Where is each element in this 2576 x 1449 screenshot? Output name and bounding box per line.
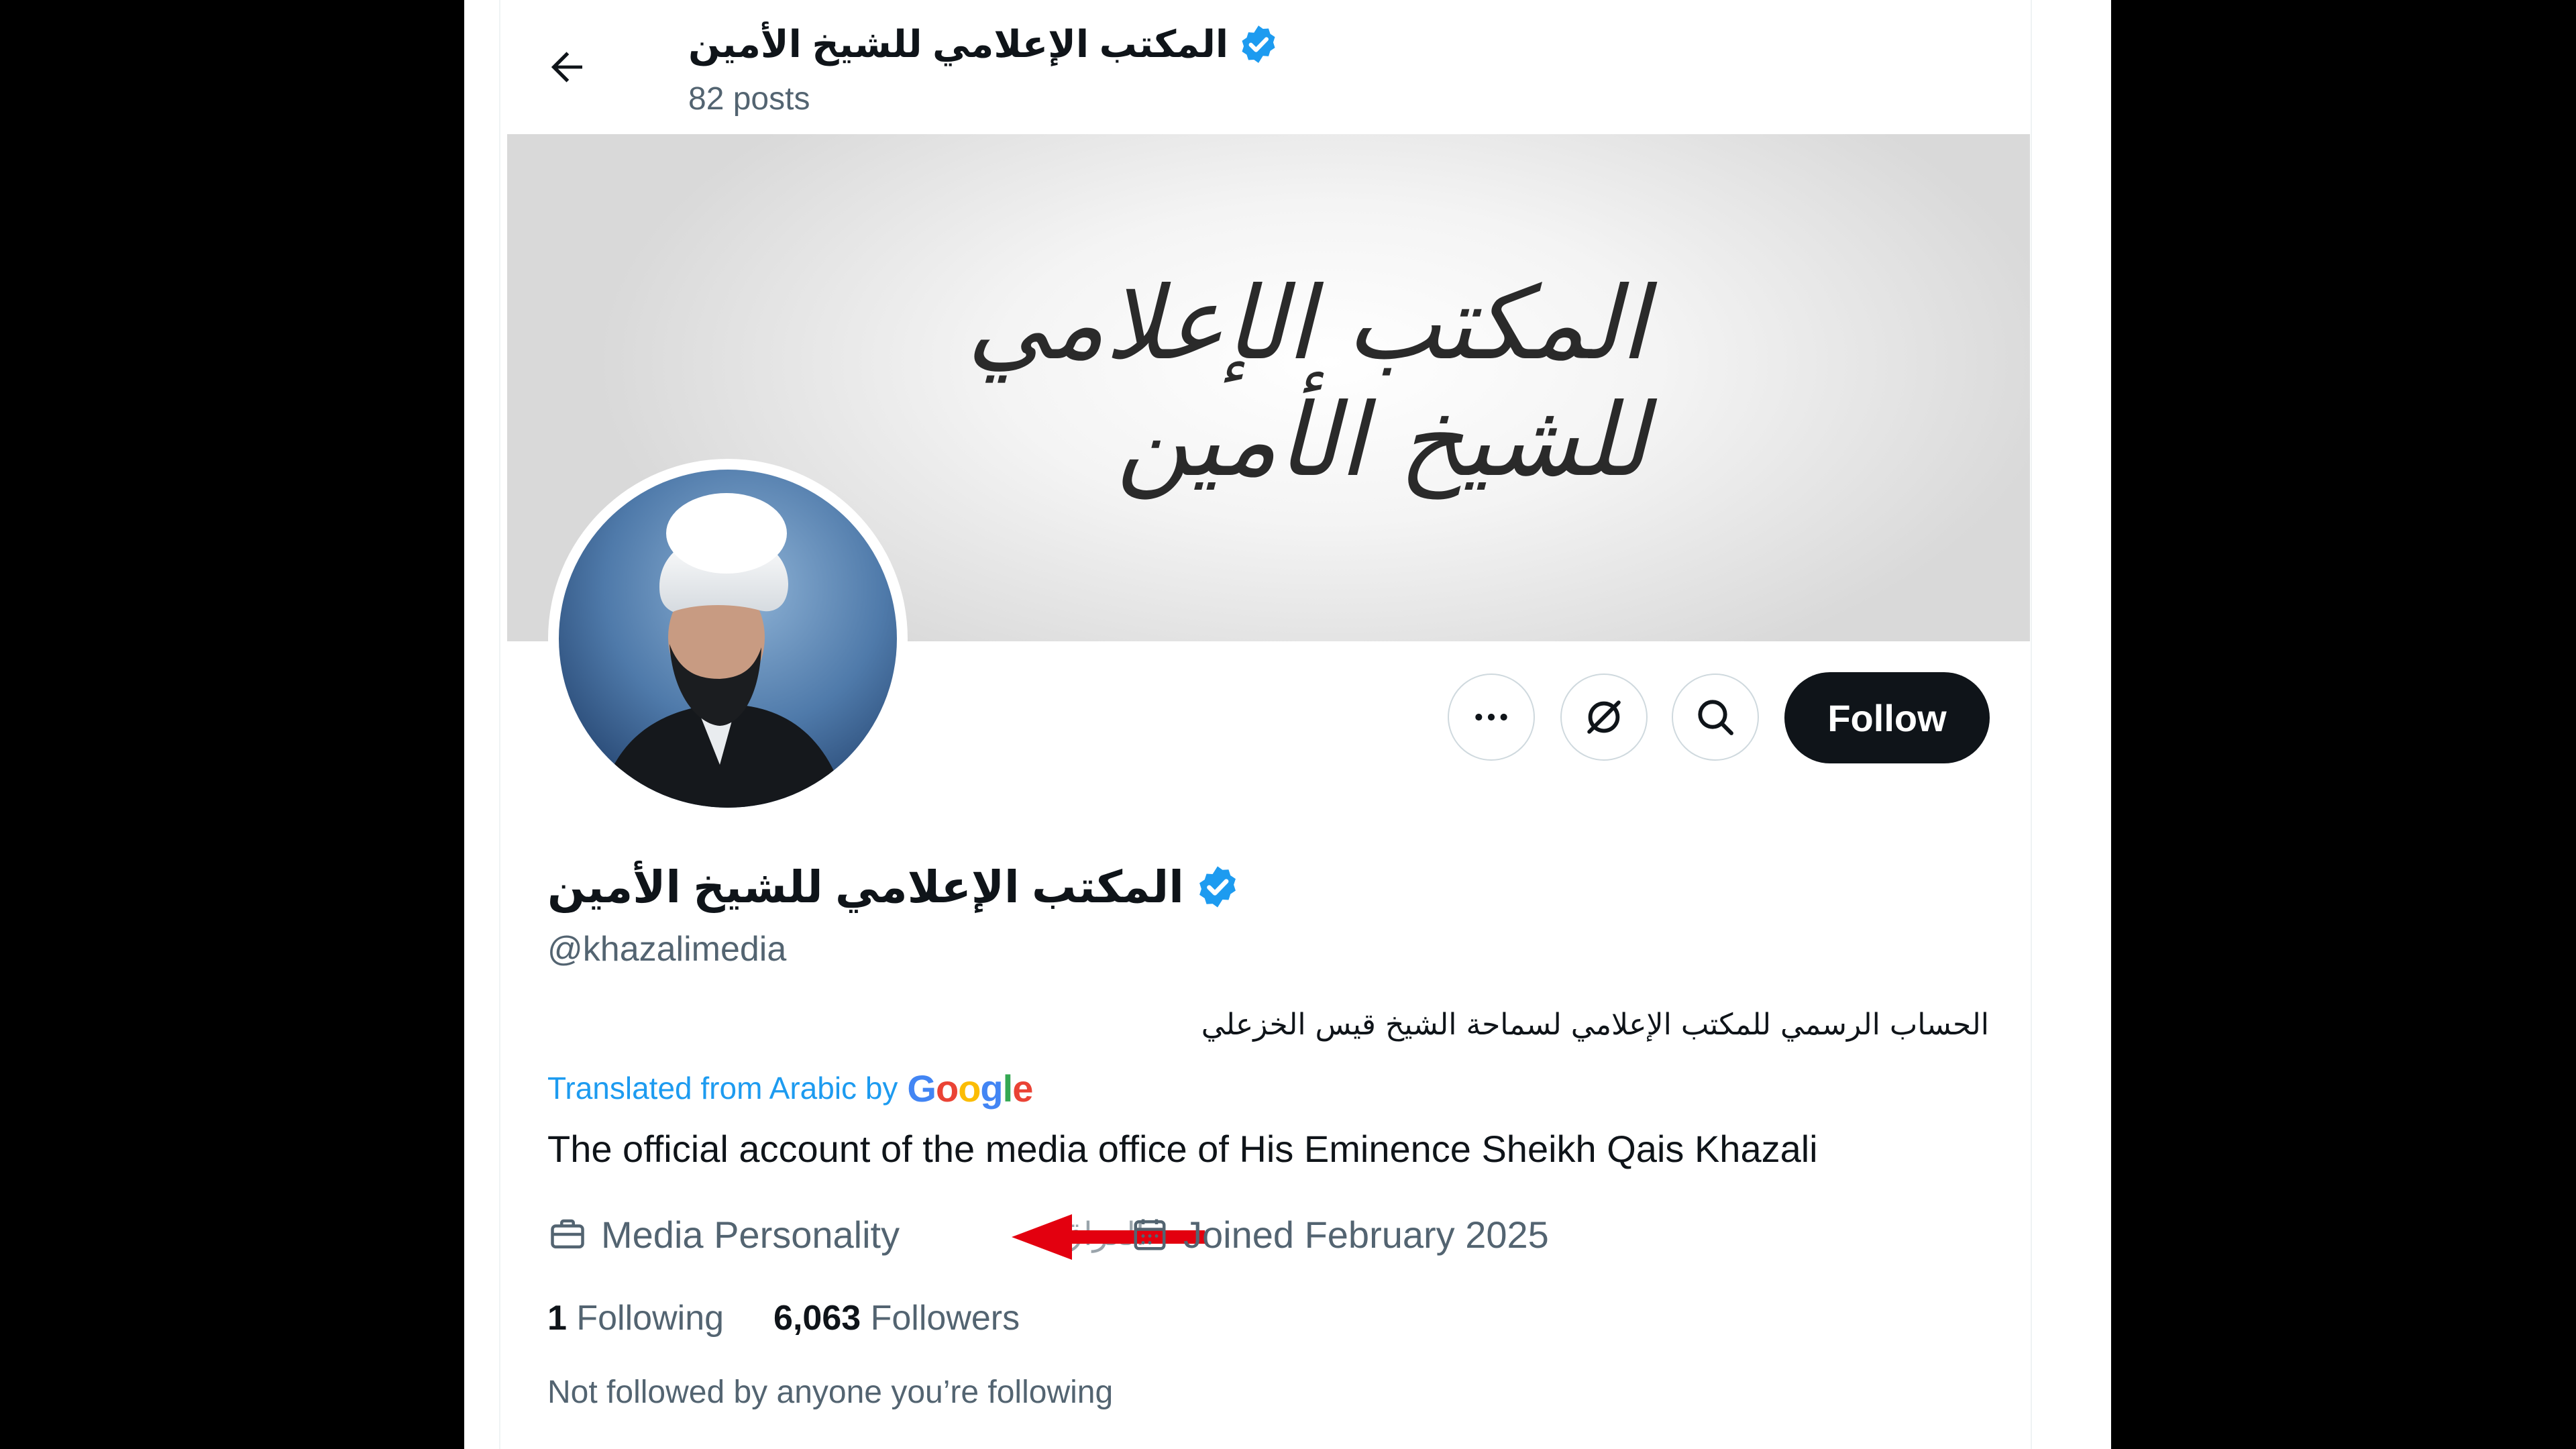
search-icon	[1698, 700, 1733, 735]
slashed-circle-icon	[1587, 700, 1621, 734]
grok-button[interactable]	[1560, 674, 1648, 761]
category-label: Media Personality	[601, 1213, 900, 1256]
verified-badge-icon	[1242, 25, 1275, 63]
joined-label: Joined February 2025	[1183, 1213, 1549, 1256]
display-name-text: المكتب الإعلامي للشيخ الأمين	[547, 861, 1184, 912]
avatar-photo	[559, 470, 897, 808]
posts-count: 82 posts	[688, 81, 810, 117]
back-arrow-icon	[551, 52, 582, 83]
back-button[interactable]	[539, 40, 593, 94]
bio-arabic: الحساب الرسمي للمكتب الإعلامي لسماحة الش…	[1201, 1008, 1989, 1042]
follow-stats: 1 Following 6,063 Followers	[547, 1295, 1020, 1342]
banner-calligraphy: المكتب الإعلامي للشيخ الأمين	[967, 266, 1650, 499]
header-title: المكتب الإعلامي للشيخ الأمين	[688, 17, 1279, 71]
avatar[interactable]	[548, 459, 908, 818]
column-border-right	[2031, 0, 2032, 1449]
more-button[interactable]	[1448, 674, 1535, 761]
following-link[interactable]: 1 Following	[547, 1298, 724, 1338]
header-title-text: المكتب الإعلامي للشيخ الأمين	[688, 23, 1229, 65]
profile-meta: Media Personality العراق Joined February…	[547, 1208, 1621, 1261]
briefcase-icon	[551, 1219, 584, 1248]
column-border-left	[499, 0, 500, 1449]
translated-prefix: Translated from Arabic by	[547, 1071, 898, 1106]
google-logo: Google	[907, 1067, 1033, 1110]
not-followed-notice: Not followed by anyone you’re following	[547, 1375, 1114, 1410]
user-handle: @khazalimedia	[547, 930, 787, 969]
category-item: Media Personality	[547, 1208, 900, 1261]
verified-badge-icon	[1199, 866, 1236, 908]
more-horizontal-icon	[1475, 713, 1507, 721]
joined-item: Joined February 2025	[1130, 1208, 1549, 1261]
profile-panel: المكتب الإعلامي للشيخ الأمين 82 posts ال…	[464, 0, 2111, 1449]
follow-button[interactable]: Follow	[1784, 672, 1990, 763]
translation-attribution[interactable]: Translated from Arabic by Google	[547, 1067, 1033, 1110]
search-profile-button[interactable]	[1672, 674, 1759, 761]
profile-header: المكتب الإعلامي للشيخ الأمين 82 posts	[464, 0, 2111, 134]
bio-english: The official account of the media office…	[547, 1128, 1818, 1170]
followers-link[interactable]: 6,063 Followers	[773, 1298, 1020, 1338]
calendar-icon	[1134, 1219, 1166, 1250]
display-name: المكتب الإعلامي للشيخ الأمين	[547, 860, 1240, 914]
